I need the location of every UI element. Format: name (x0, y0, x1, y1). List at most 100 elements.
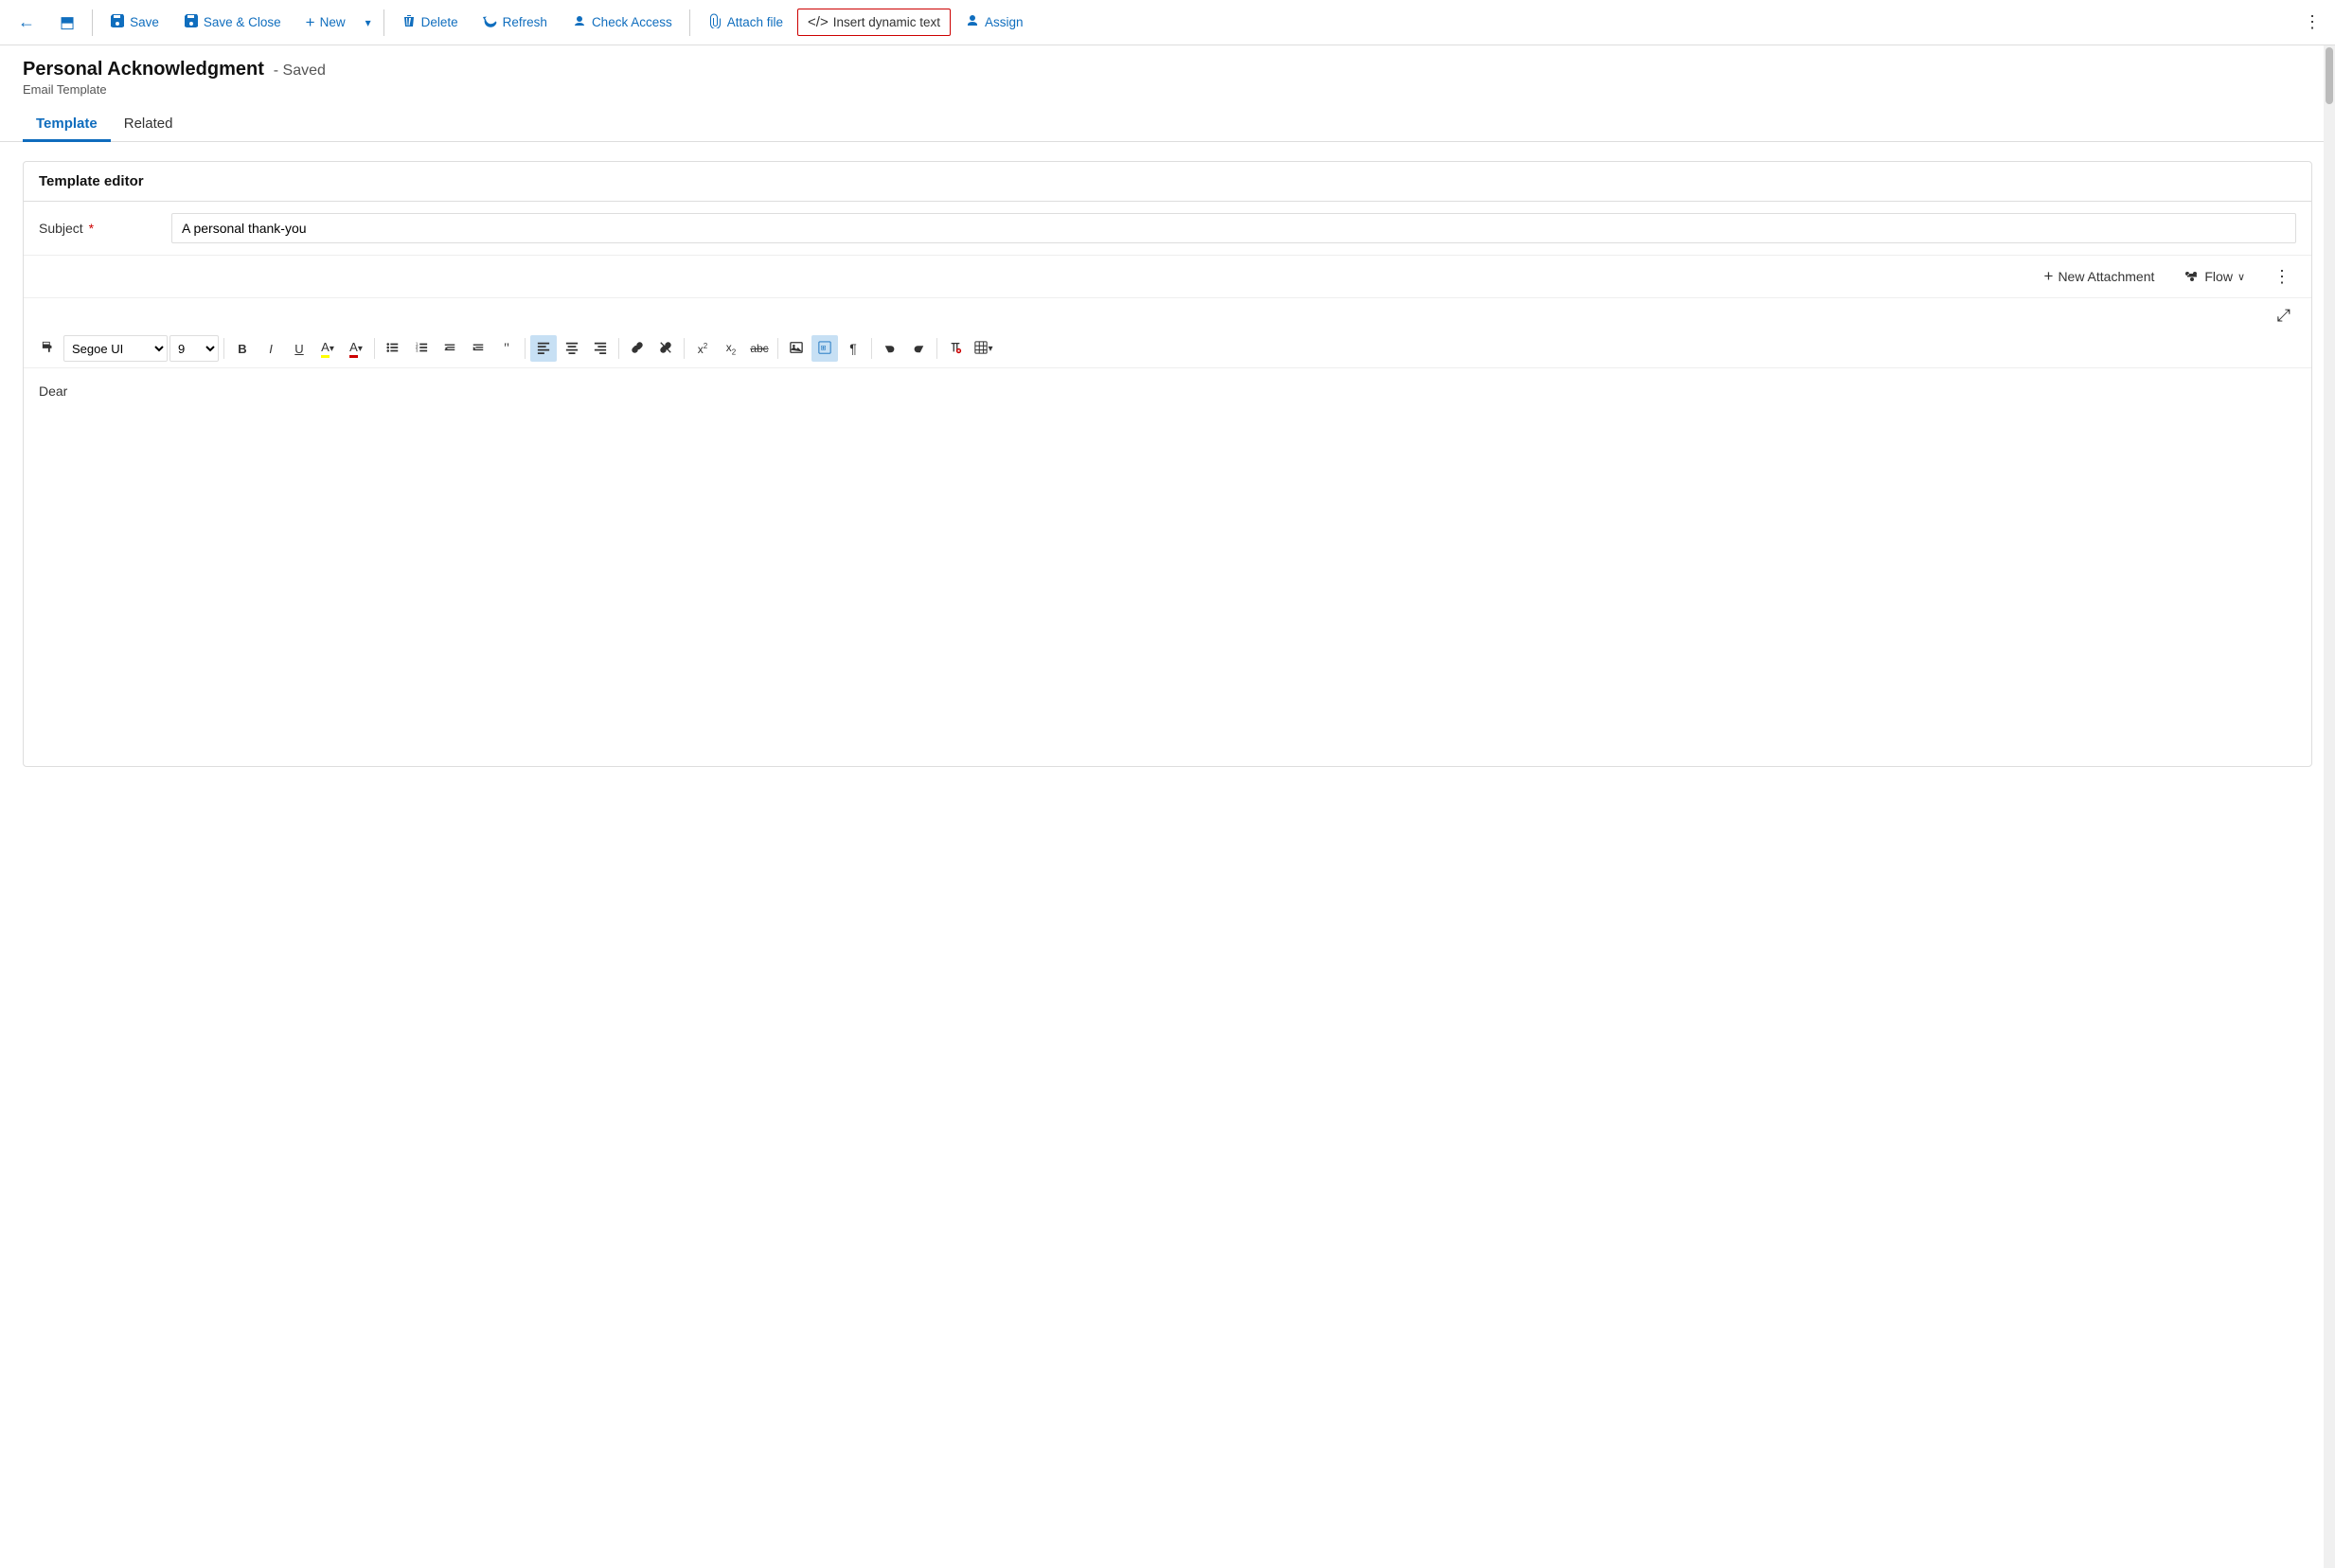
delete-button[interactable]: Delete (391, 8, 469, 37)
save-close-label: Save & Close (204, 15, 281, 29)
numbered-button[interactable]: 1.2.3. (408, 335, 435, 362)
new-attachment-label: New Attachment (2058, 269, 2154, 284)
insert-dynamic-icon: </> (808, 14, 829, 30)
bold-button[interactable]: B (229, 335, 256, 362)
subscript-button[interactable]: x2 (718, 335, 744, 362)
rte-div-3 (525, 338, 526, 359)
numbered-icon: 1.2.3. (415, 341, 428, 357)
image-button[interactable] (783, 335, 810, 362)
rte-div-2 (374, 338, 375, 359)
bold-icon: B (238, 342, 246, 356)
tab-related[interactable]: Related (111, 108, 187, 142)
tab-template[interactable]: Template (23, 108, 111, 142)
top-toolbar: ← ⬒ Save Save & Close + New ▾ Delete Ref… (0, 0, 2335, 45)
svg-text:3.: 3. (416, 347, 419, 352)
field-button[interactable]: ⊞ (811, 335, 838, 362)
page-title-row: Personal Acknowledgment - Saved (23, 59, 2312, 80)
flow-label: Flow (2204, 269, 2233, 284)
clear-format-button[interactable] (942, 335, 969, 362)
save-button[interactable]: Save (99, 8, 169, 37)
scrollbar-thumb[interactable] (2326, 47, 2333, 104)
delete-label: Delete (421, 15, 458, 29)
align-center-icon (565, 341, 579, 357)
more-options-button[interactable]: ⋮ (2297, 8, 2327, 38)
attach-file-icon (707, 13, 722, 31)
subject-required: * (89, 221, 94, 236)
expand-row: ⤢ (24, 298, 2311, 330)
saved-badge: - Saved (274, 62, 326, 79)
font-color-button[interactable]: A ▾ (343, 335, 369, 362)
check-access-icon (572, 13, 587, 31)
link-button[interactable] (624, 335, 651, 362)
more-options-icon: ⋮ (2304, 12, 2321, 32)
italic-icon: I (269, 342, 273, 356)
subject-input[interactable] (171, 213, 2296, 243)
font-size-select[interactable]: 9 (169, 335, 219, 362)
unlink-button[interactable] (652, 335, 679, 362)
refresh-button[interactable]: Refresh (472, 8, 558, 37)
back-button[interactable]: ← (8, 7, 45, 38)
assign-icon (965, 13, 980, 31)
check-access-button[interactable]: Check Access (561, 8, 683, 37)
delete-icon (401, 13, 417, 31)
align-right-button[interactable] (587, 335, 614, 362)
unlink-icon (659, 341, 672, 357)
table-button[interactable]: ▾ (971, 335, 997, 362)
strikethrough-button[interactable]: abc (746, 335, 773, 362)
separator-3 (689, 9, 690, 36)
save-close-button[interactable]: Save & Close (173, 8, 292, 37)
italic-button[interactable]: I (258, 335, 284, 362)
superscript-button[interactable]: x2 (689, 335, 716, 362)
new-dropdown-icon: ▾ (365, 16, 371, 29)
highlight-button[interactable]: A ▾ (314, 335, 341, 362)
editor-card: Template editor Subject * + New Attachme… (23, 161, 2312, 767)
indent-icon (472, 341, 485, 357)
plus-icon: + (2044, 267, 2054, 286)
editor-body-text: Dear (39, 383, 67, 399)
check-access-label: Check Access (592, 15, 672, 29)
image-icon (790, 341, 803, 357)
separator-2 (383, 9, 384, 36)
undo-icon (883, 341, 897, 357)
new-attachment-button[interactable]: + New Attachment (2037, 263, 2163, 290)
underline-button[interactable]: U (286, 335, 312, 362)
new-dropdown-button[interactable]: ▾ (360, 10, 377, 35)
popout-icon: ⬒ (60, 13, 75, 32)
refresh-icon (483, 13, 498, 31)
rte-div-1 (223, 338, 224, 359)
undo-button[interactable] (877, 335, 903, 362)
insert-dynamic-button[interactable]: </> Insert dynamic text (797, 9, 951, 36)
save-icon (110, 13, 125, 31)
bullets-button[interactable] (380, 335, 406, 362)
redo-button[interactable] (905, 335, 932, 362)
page-scrollbar[interactable] (2324, 45, 2335, 1568)
editor-more-icon: ⋮ (2273, 267, 2290, 286)
page-subtitle: Email Template (23, 82, 2312, 97)
popout-button[interactable]: ⬒ (49, 8, 85, 38)
attach-file-button[interactable]: Attach file (697, 8, 793, 37)
save-label: Save (130, 15, 159, 29)
underline-icon: U (294, 342, 303, 356)
paint-format-button[interactable] (35, 335, 62, 362)
attach-file-label: Attach file (727, 15, 783, 29)
font-family-select[interactable]: Segoe UI (63, 335, 168, 362)
new-button[interactable]: + New (295, 8, 356, 38)
indent-button[interactable] (465, 335, 491, 362)
rte-editor[interactable]: Dear (24, 368, 2311, 766)
align-center-button[interactable] (559, 335, 585, 362)
page-header: Personal Acknowledgment - Saved Email Te… (0, 45, 2335, 97)
paragraph-mark-button[interactable]: ¶ (840, 335, 866, 362)
clear-format-icon (949, 341, 962, 357)
flow-button[interactable]: Flow ∨ (2177, 264, 2253, 290)
align-left-button[interactable] (530, 335, 557, 362)
expand-button[interactable]: ⤢ (2272, 304, 2296, 328)
outdent-button[interactable] (437, 335, 463, 362)
font-color-icon: A (349, 340, 358, 358)
attachment-flow-row: + New Attachment Flow ∨ ⋮ (24, 256, 2311, 298)
editor-more-button[interactable]: ⋮ (2268, 265, 2296, 289)
main-content: Template editor Subject * + New Attachme… (0, 142, 2335, 786)
field-icon: ⊞ (818, 341, 831, 357)
flow-icon (2184, 268, 2200, 286)
assign-button[interactable]: Assign (954, 8, 1034, 37)
blockquote-button[interactable]: " (493, 335, 520, 362)
